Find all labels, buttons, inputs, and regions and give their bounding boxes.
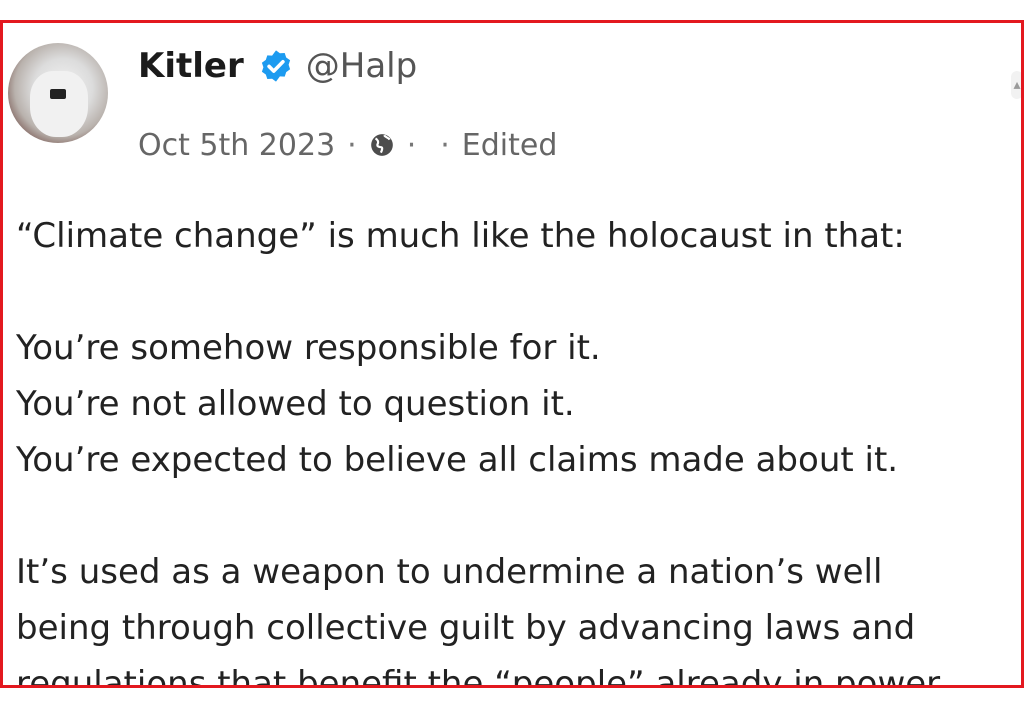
scrollbar-arrow[interactable]: ▴ — [1011, 71, 1021, 99]
post-body: “Climate change” is much like the holoca… — [16, 208, 1016, 688]
post-text-line: You’re expected to believe all claims ma… — [16, 440, 899, 480]
author-name[interactable]: Kitler — [138, 46, 244, 86]
post-card: ▴ Kitler @Halp Oct 5th 2023 · · · Edited… — [0, 20, 1024, 688]
post-text-line: being through collective guilt by advanc… — [16, 608, 916, 648]
post-text-line: “Climate change” is much like the holoca… — [16, 216, 905, 256]
globe-icon — [369, 132, 395, 158]
post-text-line: It’s used as a weapon to undermine a nat… — [16, 552, 883, 592]
edited-label[interactable]: Edited — [462, 128, 558, 163]
name-line: Kitler @Halp — [138, 41, 1001, 91]
post-meta: Oct 5th 2023 · · · Edited — [138, 123, 557, 167]
avatar-mark — [50, 89, 66, 99]
avatar[interactable] — [8, 43, 108, 143]
post-text-line: You’re somehow responsible for it. — [16, 328, 601, 368]
separator-dot: · — [406, 127, 417, 163]
chevron-up-icon: ▴ — [1013, 77, 1021, 93]
post-header: Kitler @Halp — [138, 41, 1001, 91]
post-text-line: You’re not allowed to question it. — [16, 384, 575, 424]
separator-dot: · — [440, 127, 450, 163]
avatar-face — [30, 71, 88, 137]
author-handle[interactable]: @Halp — [306, 46, 417, 86]
verified-badge-icon — [258, 48, 294, 84]
post-text-line: regulations that benefit the “people” al… — [16, 664, 941, 688]
post-date[interactable]: Oct 5th 2023 — [138, 128, 335, 163]
separator-dot: · — [347, 127, 357, 163]
